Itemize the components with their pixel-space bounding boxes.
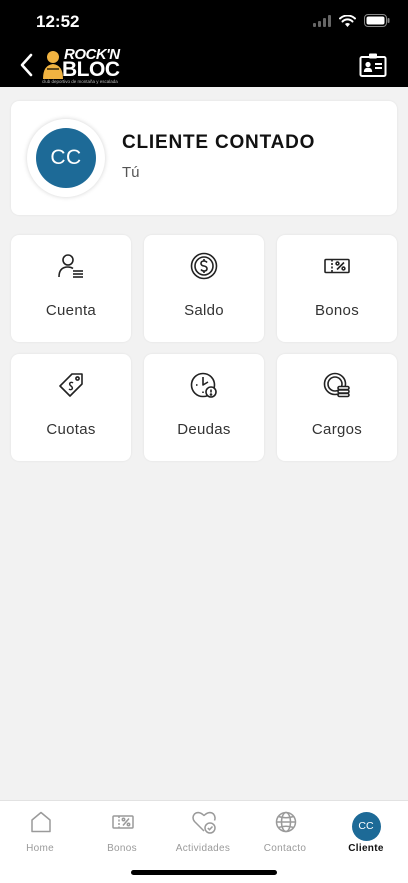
id-card-icon	[359, 53, 387, 77]
profile-name: CLIENTE CONTADO	[122, 132, 316, 153]
tab-avatar: CC	[351, 811, 381, 841]
heart-check-icon	[191, 809, 217, 835]
user-list-icon	[57, 252, 85, 280]
logo-tagline: club deportivo de montaña y escalada	[42, 79, 118, 84]
id-card-button[interactable]	[359, 52, 387, 78]
status-time: 12:52	[36, 12, 80, 31]
tile-label: Cuenta	[45, 302, 97, 319]
profile-avatar-ring: CC	[27, 119, 105, 197]
cellular-signal-icon	[313, 14, 331, 27]
tile-cuenta[interactable]: Cuenta	[11, 235, 131, 342]
tab-cliente[interactable]: CC Cliente	[326, 807, 406, 855]
globe-icon	[273, 809, 299, 835]
coins-icon	[323, 371, 351, 399]
tile-saldo[interactable]: Saldo	[144, 235, 264, 342]
home-icon	[28, 809, 54, 835]
tile-label: Deudas	[177, 421, 231, 438]
tile-label: Cuotas	[46, 421, 96, 438]
tile-bonos[interactable]: Bonos	[277, 235, 397, 342]
status-icons	[313, 14, 390, 27]
tile-label: Bonos	[314, 302, 360, 319]
tab-label: Home	[26, 843, 54, 854]
battery-icon	[364, 14, 390, 27]
tile-cargos[interactable]: Cargos	[277, 354, 397, 461]
club-logo: ROCK'N BLOC club deportivo de montaña y …	[40, 46, 124, 86]
tab-label: Actividades	[175, 843, 231, 854]
chevron-left-icon	[20, 53, 33, 77]
back-button[interactable]	[14, 50, 38, 80]
tab-home[interactable]: Home	[0, 807, 80, 855]
tab-bonos[interactable]: Bonos	[82, 807, 162, 855]
tab-label: Contacto	[263, 843, 307, 854]
nav-bar: ROCK'N BLOC club deportivo de montaña y …	[0, 44, 408, 87]
tile-label: Cargos	[311, 421, 363, 438]
profile-subtitle: Tú	[122, 164, 140, 181]
status-bar: 12:52	[0, 0, 408, 44]
tile-cuotas[interactable]: Cuotas	[11, 354, 131, 461]
tab-contacto[interactable]: Contacto	[245, 807, 325, 855]
price-tag-icon	[57, 371, 85, 399]
tile-deudas[interactable]: Deudas	[144, 354, 264, 461]
wifi-icon	[339, 14, 356, 27]
clock-alert-icon	[190, 371, 218, 399]
avatar: CC	[36, 128, 96, 188]
tile-label: Saldo	[184, 302, 224, 319]
ticket-icon	[110, 809, 136, 835]
profile-card: CC CLIENTE CONTADO Tú	[11, 101, 397, 215]
percent-ticket-icon	[323, 252, 351, 280]
dollar-coin-icon	[190, 252, 218, 280]
tab-actividades[interactable]: Actividades	[163, 807, 243, 855]
tab-label: Cliente	[348, 843, 384, 854]
tab-label: Bonos	[107, 843, 137, 854]
avatar: CC	[351, 811, 381, 841]
home-indicator	[131, 870, 277, 875]
